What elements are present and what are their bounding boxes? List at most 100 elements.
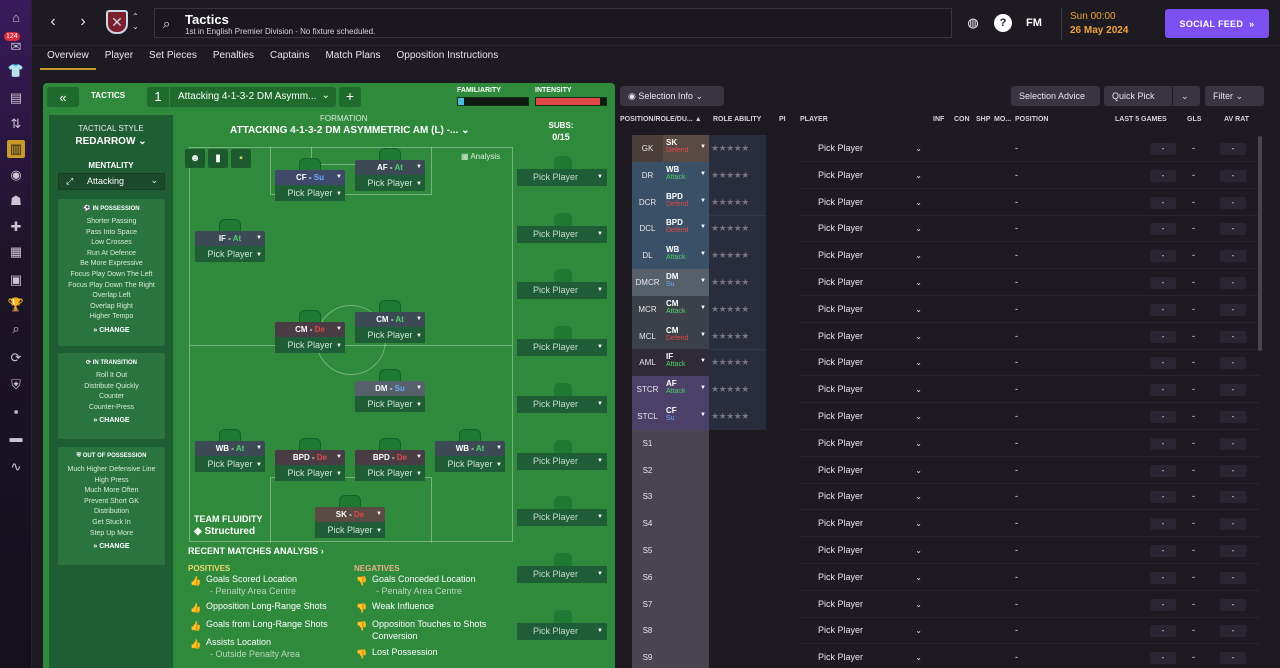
pick-player-dropdown[interactable]: Pick Player ⌄ <box>800 461 926 480</box>
player-role[interactable]: AF - At ▼ <box>355 160 425 175</box>
pick-player-select[interactable]: Pick Player ▼ <box>355 465 425 481</box>
role-duty-select[interactable]: CM Attack ▼ <box>663 295 709 323</box>
document-icon[interactable]: ▤ <box>7 89 25 107</box>
crest-toggle-icon[interactable]: ⌃ ⌄ <box>132 12 139 32</box>
pick-player-dropdown[interactable]: Pick Player ⌄ <box>800 648 926 667</box>
pitch-player-af[interactable]: AF - At ▼ Pick Player ▼ <box>355 148 425 191</box>
news-icon[interactable]: ∿ <box>7 458 25 476</box>
col-shp[interactable]: SHP <box>976 116 990 123</box>
sub-slot[interactable]: Pick Player ▼ <box>517 395 607 413</box>
pick-player-dropdown[interactable]: Pick Player ⌄ <box>800 407 926 426</box>
schedule-icon[interactable]: ▦ <box>7 243 25 261</box>
pick-player-select[interactable]: Pick Player ▼ <box>315 522 385 538</box>
pick-player-dropdown[interactable]: Pick Player ⌄ <box>800 273 926 292</box>
role-duty-select[interactable]: DM Su ▼ <box>663 269 709 296</box>
fm-logo[interactable]: FM <box>1025 14 1043 32</box>
social-feed-button[interactable]: SOCIAL FEED » <box>1165 9 1269 38</box>
finance-icon[interactable]: ▪ <box>7 402 25 420</box>
pitch-player-if[interactable]: IF - At ▼ Pick Player ▼ <box>195 219 265 262</box>
team-report-icon[interactable]: ▬ <box>7 428 25 446</box>
col-last-5-games[interactable]: LAST 5 GAMES <box>1115 116 1167 123</box>
pick-player-select[interactable]: Pick Player ▼ <box>195 456 265 472</box>
warning-view-icon[interactable]: ▪ <box>231 149 251 168</box>
pick-player-dropdown[interactable]: Pick Player ⌄ <box>800 541 926 560</box>
player-role[interactable]: BPD - De ▼ <box>355 450 425 465</box>
search-icon[interactable]: ⌕ <box>163 16 170 32</box>
formation-name[interactable]: ATTACKING 4-1-3-2 DM ASYMMETRIC AM (L) -… <box>230 125 470 136</box>
pick-player-dropdown[interactable]: Pick Player ⌄ <box>800 434 926 453</box>
tactics-icon[interactable]: ▥ <box>7 140 25 158</box>
sub-slot[interactable]: Pick Player ▼ <box>517 452 607 470</box>
pick-player-select[interactable]: Pick Player ▼ <box>275 185 345 201</box>
tab-player[interactable]: Player <box>98 46 140 70</box>
pick-player-select[interactable]: Pick Player ▼ <box>275 337 345 353</box>
forward-arrow-icon[interactable]: › <box>72 10 94 34</box>
pick-player-dropdown[interactable]: Pick Player ⌄ <box>800 595 926 614</box>
col-gls[interactable]: GLS <box>1187 116 1201 123</box>
club-crest-icon[interactable]: ✕ <box>106 10 128 34</box>
staff-icon[interactable]: ☗ <box>7 192 25 210</box>
pick-player-dropdown[interactable]: Pick Player ⌄ <box>800 353 926 372</box>
recent-matches-analysis-link[interactable]: RECENT MATCHES ANALYSIS › <box>188 546 324 556</box>
pick-player-dropdown[interactable]: Pick Player ⌄ <box>800 380 926 399</box>
out-of-possession-change-button[interactable]: » CHANGE <box>58 543 165 550</box>
pick-player-dropdown[interactable]: Pick Player ⌄ <box>800 327 926 346</box>
player-role[interactable]: BPD - De ▼ <box>275 450 345 465</box>
pitch-player-cmr[interactable]: CM - At ▼ Pick Player ▼ <box>355 300 425 343</box>
player-role[interactable]: SK - De ▼ <box>315 507 385 522</box>
pitch-player-wbr[interactable]: WB - At ▼ Pick Player ▼ <box>435 429 505 472</box>
pitch-player-bpdl[interactable]: BPD - De ▼ Pick Player ▼ <box>275 438 345 481</box>
pick-player-select[interactable]: Pick Player ▼ <box>355 175 425 191</box>
tab-match-plans[interactable]: Match Plans <box>318 46 387 70</box>
pitch-player-wbl[interactable]: WB - At ▼ Pick Player ▼ <box>195 429 265 472</box>
world-icon[interactable]: ◍ <box>964 14 982 32</box>
pick-player-dropdown[interactable]: Pick Player ⌄ <box>800 219 926 238</box>
role-duty-select[interactable]: BPD Defend ▼ <box>663 188 709 216</box>
pick-player-select[interactable]: Pick Player ▼ <box>355 396 425 412</box>
pick-player-dropdown[interactable]: Pick Player ⌄ <box>800 300 926 319</box>
player-role[interactable]: CF - Su ▼ <box>275 170 345 185</box>
in-possession-change-button[interactable]: » CHANGE <box>58 327 165 334</box>
player-role[interactable]: IF - At ▼ <box>195 231 265 246</box>
player-role[interactable]: CM - At ▼ <box>355 312 425 327</box>
club-vision-icon[interactable]: ⛨ <box>7 376 25 394</box>
transfer-icon[interactable]: ⇅ <box>7 115 25 133</box>
tactic-select[interactable]: Attacking 4-1-3-2 DM Asymm... ⌄ <box>170 87 336 107</box>
pick-player-dropdown[interactable]: Pick Player ⌄ <box>800 487 926 506</box>
data-icon[interactable]: ◉ <box>7 166 25 184</box>
sub-slot[interactable]: Pick Player ▼ <box>517 339 607 357</box>
pick-player-select[interactable]: Pick Player ▼ <box>435 456 505 472</box>
col-inf[interactable]: INF <box>933 116 944 123</box>
col-position[interactable]: POSITION <box>1015 116 1048 123</box>
table-scrollbar[interactable] <box>1258 136 1262 351</box>
pick-player-dropdown[interactable]: Pick Player ⌄ <box>800 568 926 587</box>
col-position-role[interactable]: POSITION/ROLE/DU... ▲ <box>620 116 702 123</box>
sub-slot[interactable]: Pick Player ▼ <box>517 622 607 640</box>
col-pi[interactable]: PI <box>779 116 786 123</box>
role-duty-select[interactable]: BPD Defend ▼ <box>663 215 709 243</box>
tactical-style-value[interactable]: REDARROW ⌄ <box>49 136 173 147</box>
role-duty-select[interactable]: CF Su ▼ <box>663 403 709 430</box>
collapse-button[interactable]: « <box>47 87 79 107</box>
tactic-slot-number[interactable]: 1 <box>147 87 169 107</box>
quick-pick-button[interactable]: Quick Pick <box>1104 86 1172 106</box>
tab-penalties[interactable]: Penalties <box>206 46 261 70</box>
scouting-icon[interactable]: ⌕ <box>7 320 25 338</box>
player-role[interactable]: CM - De ▼ <box>275 322 345 337</box>
player-role[interactable]: WB - At ▼ <box>195 441 265 456</box>
add-tactic-button[interactable]: + <box>339 87 361 107</box>
quick-pick-dropdown[interactable]: ⌄ <box>1173 86 1200 106</box>
mentality-select[interactable]: ⤢ Attacking ⌄ <box>58 173 165 190</box>
role-duty-select[interactable]: CM Defend ▼ <box>663 322 709 350</box>
pick-player-select[interactable]: Pick Player ▼ <box>275 465 345 481</box>
player-role[interactable]: DM - Su ▼ <box>355 381 425 396</box>
selection-info-button[interactable]: ◉ Selection Info ⌄ <box>620 86 724 106</box>
role-duty-select[interactable]: WB Attack ▼ <box>663 242 709 270</box>
pick-player-select[interactable]: Pick Player ▼ <box>355 327 425 343</box>
game-date[interactable]: Sun 00:00 26 May 2024 <box>1061 8 1156 40</box>
back-arrow-icon[interactable]: ‹ <box>42 10 64 34</box>
squad-icon[interactable]: 👕 <box>7 62 25 80</box>
player-role[interactable]: WB - At ▼ <box>435 441 505 456</box>
pitch-player-cml[interactable]: CM - De ▼ Pick Player ▼ <box>275 310 345 353</box>
col-role-ability[interactable]: ROLE ABILITY <box>713 116 761 123</box>
